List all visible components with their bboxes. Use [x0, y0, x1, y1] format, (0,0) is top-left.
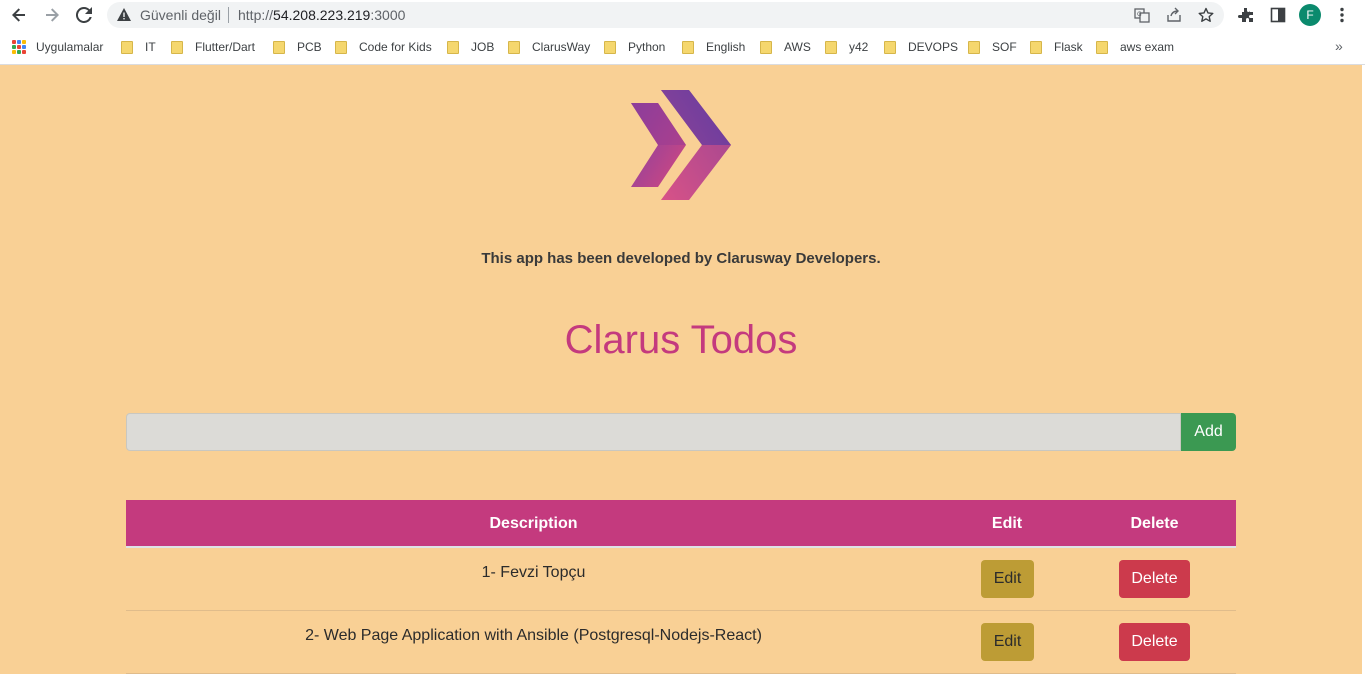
bookmark-label: Uygulamalar — [36, 40, 104, 54]
bookmark-folder-y42[interactable]: y42 — [825, 39, 868, 55]
column-header-edit: Edit — [991, 515, 1023, 532]
edit-button[interactable]: Edit — [981, 560, 1034, 598]
bookmark-folder-aws-exam[interactable]: aws exam — [1096, 39, 1174, 55]
bookmark-label: Python — [628, 40, 666, 54]
bookmark-folder-clarusway[interactable]: ClarusWay — [508, 39, 590, 55]
bookmark-label: SOF — [992, 40, 1017, 54]
folder-icon — [273, 40, 285, 54]
bookmark-apps[interactable]: Uygulamalar — [12, 39, 103, 55]
bookmark-label: ClarusWay — [532, 40, 591, 54]
table-header: Description Edit Delete — [126, 500, 1236, 548]
bookmark-folder-python[interactable]: Python — [604, 39, 665, 55]
folder-icon — [604, 40, 616, 54]
column-header-description: Description — [489, 515, 578, 532]
bookmark-label: Flask — [1054, 40, 1083, 54]
bookmark-label: English — [706, 40, 746, 54]
menu-icon[interactable] — [1332, 5, 1352, 25]
bookmark-label: PCB — [297, 40, 322, 54]
bookmark-folder-code-for-kids[interactable]: Code for Kids — [335, 39, 432, 55]
share-icon[interactable] — [1166, 7, 1182, 23]
bookmark-folder-sof[interactable]: SOF — [968, 39, 1017, 55]
side-panel-icon[interactable] — [1268, 5, 1288, 25]
edit-button[interactable]: Edit — [981, 623, 1034, 661]
bookmark-folder-aws[interactable]: AWS — [760, 39, 811, 55]
table-row: 1- Fevzi Topçu Edit Delete — [126, 548, 1236, 611]
add-button[interactable]: Add — [1181, 413, 1236, 451]
bookmark-label: IT — [145, 40, 156, 54]
svg-text:G: G — [1137, 11, 1142, 18]
delete-button[interactable]: Delete — [1119, 560, 1190, 598]
folder-icon — [121, 40, 133, 54]
folder-icon — [447, 40, 459, 54]
omnibox-divider — [228, 7, 229, 23]
folder-icon — [884, 40, 896, 54]
url-host: 54.208.223.219 — [273, 7, 371, 23]
bookmark-label: DEVOPS — [908, 40, 959, 54]
bookmark-label: AWS — [784, 40, 811, 54]
bookmark-folder-job[interactable]: JOB — [447, 39, 494, 55]
bookmark-folder-it[interactable]: IT — [121, 39, 156, 55]
todo-description: 2- Web Page Application with Ansible (Po… — [305, 627, 762, 644]
profile-avatar[interactable]: F — [1299, 4, 1321, 26]
bookmark-label: aws exam — [1120, 40, 1175, 54]
address-bar[interactable]: Güvenli değil http://54.208.223.219:3000… — [107, 2, 1224, 28]
todo-input[interactable] — [126, 413, 1181, 451]
column-header-delete: Delete — [1130, 515, 1179, 532]
bookmark-folder-english[interactable]: English — [682, 39, 745, 55]
reload-icon[interactable] — [74, 5, 94, 25]
forward-icon[interactable] — [42, 5, 62, 25]
bookmark-label: Flutter/Dart — [195, 40, 256, 54]
developer-note: This app has been developed by Clarusway… — [481, 250, 881, 267]
clarusway-logo — [628, 88, 734, 204]
security-label[interactable]: Güvenli değil — [140, 7, 221, 23]
table-row: 2- Web Page Application with Ansible (Po… — [126, 611, 1236, 674]
bookmark-label: y42 — [849, 40, 869, 54]
todo-description: 1- Fevzi Topçu — [481, 564, 586, 581]
warning-icon[interactable] — [117, 8, 131, 26]
folder-icon — [335, 40, 347, 54]
folder-icon — [1030, 40, 1042, 54]
bookmarks-overflow-button[interactable]: » — [1335, 38, 1343, 54]
translate-icon[interactable]: G — [1134, 7, 1150, 23]
bookmark-label: JOB — [471, 40, 495, 54]
browser-toolbar: Güvenli değil http://54.208.223.219:3000… — [0, 0, 1365, 30]
folder-icon — [760, 40, 772, 54]
bookmark-folder-flutter-dart[interactable]: Flutter/Dart — [171, 39, 255, 55]
url-text[interactable]: http://54.208.223.219:3000 — [238, 7, 405, 23]
bookmark-folder-pcb[interactable]: PCB — [273, 39, 322, 55]
todos-table: Description Edit Delete 1- Fevzi Topçu E… — [126, 500, 1236, 674]
apps-icon — [12, 40, 26, 54]
folder-icon — [968, 40, 980, 54]
url-port: :3000 — [370, 7, 406, 23]
back-icon[interactable] — [9, 5, 29, 25]
extensions-icon[interactable] — [1236, 5, 1256, 25]
page-title: Clarus Todos — [564, 318, 798, 362]
folder-icon — [171, 40, 183, 54]
folder-icon — [682, 40, 694, 54]
folder-icon — [1096, 40, 1108, 54]
folder-icon — [825, 40, 837, 54]
star-icon[interactable] — [1198, 7, 1214, 23]
url-scheme: http:// — [238, 7, 274, 23]
folder-icon — [508, 40, 520, 54]
bookmark-folder-devops[interactable]: DEVOPS — [884, 39, 958, 55]
bookmarks-bar: Uygulamalar IT Flutter/Dart PCB Code for… — [0, 30, 1365, 65]
bookmark-folder-flask[interactable]: Flask — [1030, 39, 1083, 55]
delete-button[interactable]: Delete — [1119, 623, 1190, 661]
bookmark-label: Code for Kids — [359, 40, 432, 54]
